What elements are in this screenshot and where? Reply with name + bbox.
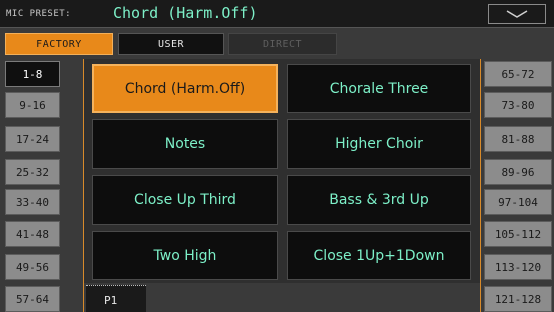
preset-button-5[interactable]: Close Up Third	[92, 175, 278, 225]
bank-button-25-32[interactable]: 25-32	[5, 159, 60, 185]
chevron-down-icon	[506, 10, 528, 18]
bank-button-33-40[interactable]: 33-40	[5, 189, 60, 215]
bank-button-49-56[interactable]: 49-56	[5, 254, 60, 280]
bank-button-89-96[interactable]: 89-96	[484, 159, 552, 185]
tab-factory[interactable]: FACTORY	[5, 33, 113, 55]
preset-button-1[interactable]: Chord (Harm.Off)	[92, 64, 278, 113]
bank-button-121-128[interactable]: 121-128	[484, 286, 552, 312]
bank-button-105-112[interactable]: 105-112	[484, 221, 552, 247]
tab-bar: FACTORY USER DIRECT	[0, 28, 554, 58]
preset-button-7[interactable]: Two High	[92, 231, 278, 280]
preset-button-4[interactable]: Higher Choir	[287, 119, 471, 169]
bank-button-65-72[interactable]: 65-72	[484, 61, 552, 87]
bank-button-113-120[interactable]: 113-120	[484, 254, 552, 280]
preset-header-value: Chord (Harm.Off)	[113, 4, 258, 22]
bank-button-41-48[interactable]: 41-48	[5, 221, 60, 247]
preset-button-3[interactable]: Notes	[92, 119, 278, 169]
page-bar: P1	[84, 283, 480, 312]
bank-button-81-88[interactable]: 81-88	[484, 126, 552, 152]
bank-button-9-16[interactable]: 9-16	[5, 92, 60, 118]
preset-button-8[interactable]: Close 1Up+1Down	[287, 231, 471, 280]
preset-header-label: MIC PRESET:	[6, 9, 72, 19]
tab-direct: DIRECT	[228, 33, 337, 55]
preset-button-6[interactable]: Bass & 3rd Up	[287, 175, 471, 225]
bank-button-1-8[interactable]: 1-8	[5, 61, 60, 87]
bank-button-97-104[interactable]: 97-104	[484, 189, 552, 215]
preset-dropdown-button[interactable]	[488, 4, 546, 24]
bank-button-17-24[interactable]: 17-24	[5, 126, 60, 152]
page-tab-p1[interactable]: P1	[86, 285, 146, 312]
preset-header: MIC PRESET: Chord (Harm.Off)	[0, 0, 554, 28]
bank-button-73-80[interactable]: 73-80	[484, 92, 552, 118]
bank-button-57-64[interactable]: 57-64	[5, 286, 60, 312]
tab-user[interactable]: USER	[118, 33, 224, 55]
mic-preset-screen: MIC PRESET: Chord (Harm.Off) FACTORY USE…	[0, 0, 554, 312]
preset-button-2[interactable]: Chorale Three	[287, 64, 471, 113]
